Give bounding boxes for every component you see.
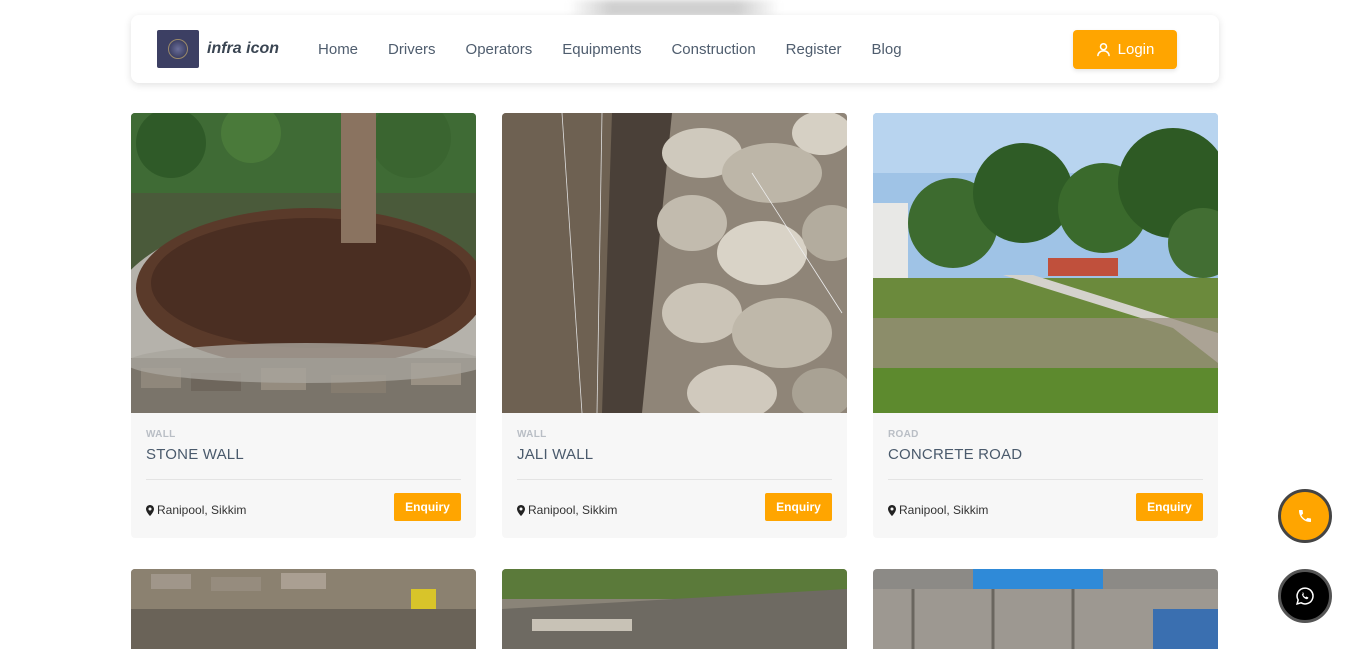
- card-location-text: Ranipool, Sikkim: [157, 503, 247, 517]
- card-category: WALL: [146, 429, 176, 440]
- brand-name[interactable]: infra icon: [207, 40, 279, 58]
- card-body: WALL STONE WALL Ranipool, Sikkim Enquiry: [131, 413, 476, 538]
- card-location-text: Ranipool, Sikkim: [899, 503, 989, 517]
- nav-link-register[interactable]: Register: [786, 41, 842, 58]
- map-pin-icon: [146, 504, 154, 516]
- logo-badge-icon: [168, 39, 188, 59]
- concrete-road-image[interactable]: [873, 113, 1218, 413]
- project-card-image-partial[interactable]: [873, 569, 1218, 649]
- nav-link-construction[interactable]: Construction: [671, 41, 755, 58]
- map-pin-icon: [517, 504, 525, 516]
- whatsapp-icon: [1296, 587, 1314, 605]
- phone-icon: [1299, 510, 1311, 522]
- project-card-stone-wall[interactable]: WALL STONE WALL Ranipool, Sikkim Enquiry: [131, 113, 476, 538]
- nav-link-home[interactable]: Home: [318, 41, 358, 58]
- login-button[interactable]: Login: [1073, 30, 1177, 69]
- navbar: infra icon Home Drivers Operators Equipm…: [131, 15, 1219, 83]
- card-location: Ranipool, Sikkim: [888, 503, 988, 517]
- login-label: Login: [1117, 41, 1155, 58]
- card-body: ROAD CONCRETE ROAD Ranipool, Sikkim Enqu…: [873, 413, 1218, 538]
- card-location: Ranipool, Sikkim: [517, 503, 617, 517]
- map-pin-icon: [888, 504, 896, 516]
- nav-link-blog[interactable]: Blog: [872, 41, 902, 58]
- card-location-text: Ranipool, Sikkim: [528, 503, 618, 517]
- user-icon: [1096, 42, 1110, 57]
- jali-wall-image[interactable]: [502, 113, 847, 413]
- card-title[interactable]: CONCRETE ROAD: [888, 446, 1203, 463]
- project-card-image-partial[interactable]: [502, 569, 847, 649]
- stone-wall-image[interactable]: [131, 113, 476, 413]
- card-divider: [517, 479, 832, 480]
- project-card-concrete-road[interactable]: ROAD CONCRETE ROAD Ranipool, Sikkim Enqu…: [873, 113, 1218, 538]
- nav-link-operators[interactable]: Operators: [466, 41, 533, 58]
- whatsapp-button[interactable]: [1278, 569, 1332, 623]
- card-title[interactable]: STONE WALL: [146, 446, 461, 463]
- enquiry-button[interactable]: Enquiry: [394, 493, 461, 521]
- card-category: WALL: [517, 429, 547, 440]
- nav-link-drivers[interactable]: Drivers: [388, 41, 436, 58]
- card-divider: [888, 479, 1203, 480]
- call-button[interactable]: [1278, 489, 1332, 543]
- card-divider: [146, 479, 461, 480]
- card-title[interactable]: JALI WALL: [517, 446, 832, 463]
- card-category: ROAD: [888, 429, 919, 440]
- enquiry-button[interactable]: Enquiry: [765, 493, 832, 521]
- nav-link-equipments[interactable]: Equipments: [562, 41, 641, 58]
- blurred-header-text: [568, 0, 780, 16]
- enquiry-button[interactable]: Enquiry: [1136, 493, 1203, 521]
- card-location: Ranipool, Sikkim: [146, 503, 246, 517]
- project-card-jali-wall[interactable]: WALL JALI WALL Ranipool, Sikkim Enquiry: [502, 113, 847, 538]
- logo[interactable]: [157, 30, 199, 68]
- nav-links: Home Drivers Operators Equipments Constr…: [318, 41, 932, 58]
- card-body: WALL JALI WALL Ranipool, Sikkim Enquiry: [502, 413, 847, 538]
- project-card-image-partial[interactable]: [131, 569, 476, 649]
